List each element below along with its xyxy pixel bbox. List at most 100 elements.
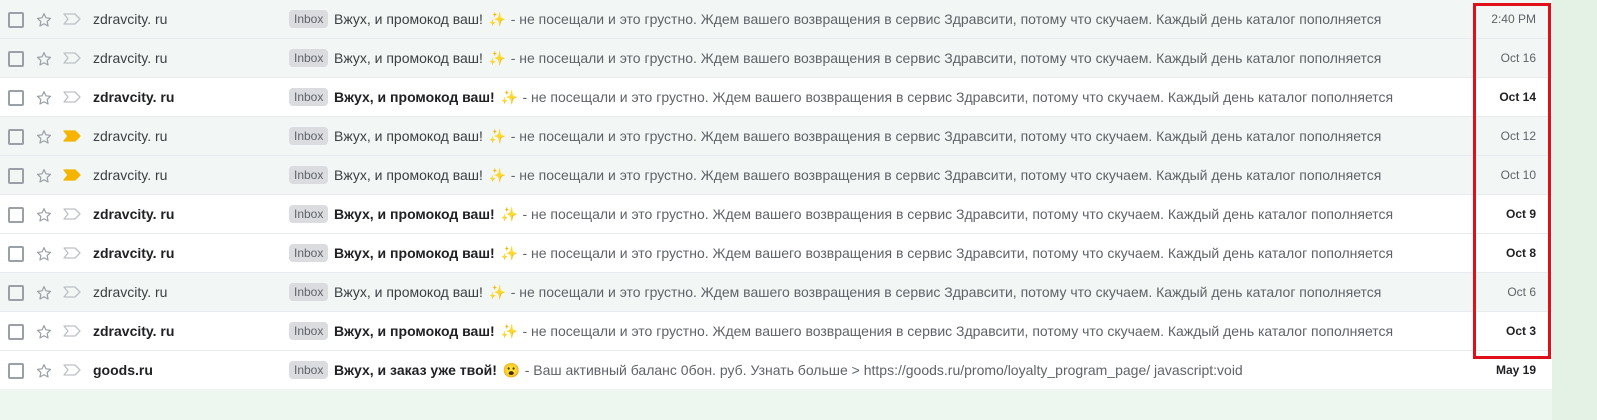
sender-name: zdravcity. ru xyxy=(93,206,175,222)
subject: Вжух, и промокод ваш! xyxy=(334,323,495,339)
email-row[interactable]: goods.ru Inbox Вжух, и заказ уже твой! 😮… xyxy=(0,351,1552,390)
snippet: - не посещали и это грустно. Ждем вашего… xyxy=(510,167,1382,183)
surprised-face-emoji-icon: 😮 xyxy=(502,362,521,378)
sparkle-emoji-icon: ✨ xyxy=(488,167,507,183)
star-icon[interactable] xyxy=(33,117,55,155)
star-icon[interactable] xyxy=(33,351,55,389)
email-row[interactable]: zdravcity. ru Inbox Вжух, и промокод ваш… xyxy=(0,273,1552,312)
date-column-highlight xyxy=(1473,3,1551,359)
importance-marker-icon[interactable] xyxy=(63,0,85,38)
list-footer xyxy=(0,389,1552,420)
message-preview: Вжух, и промокод ваш! ✨ - не посещали и … xyxy=(334,78,1459,116)
email-row[interactable]: zdravcity. ru Inbox Вжух, и промокод ваш… xyxy=(0,78,1552,117)
message-preview: Вжух, и промокод ваш! ✨ - не посещали и … xyxy=(334,0,1459,38)
sparkle-emoji-icon: ✨ xyxy=(488,11,507,27)
subject: Вжух, и заказ уже твой! xyxy=(334,362,497,378)
message-preview: Вжух, и промокод ваш! ✨ - не посещали и … xyxy=(334,117,1459,155)
inbox-label[interactable]: Inbox xyxy=(289,49,329,67)
importance-marker-icon[interactable] xyxy=(63,312,85,350)
sender-name: goods.ru xyxy=(93,362,153,378)
checkbox-icon[interactable] xyxy=(8,168,24,184)
subject: Вжух, и промокод ваш! xyxy=(334,50,483,66)
sparkle-emoji-icon: ✨ xyxy=(488,50,507,66)
sender-name: zdravcity. ru xyxy=(93,245,175,261)
message-preview: Вжух, и промокод ваш! ✨ - не посещали и … xyxy=(334,273,1459,311)
email-row[interactable]: zdravcity. ru Inbox Вжух, и промокод ваш… xyxy=(0,234,1552,273)
checkbox-icon[interactable] xyxy=(8,363,24,379)
importance-marker-icon[interactable] xyxy=(63,39,85,77)
subject: Вжух, и промокод ваш! xyxy=(334,167,483,183)
checkbox-icon[interactable] xyxy=(8,129,24,145)
star-icon[interactable] xyxy=(33,195,55,233)
sparkle-emoji-icon: ✨ xyxy=(488,284,507,300)
inbox-label[interactable]: Inbox xyxy=(289,10,329,28)
checkbox-icon[interactable] xyxy=(8,51,24,67)
star-icon[interactable] xyxy=(33,39,55,77)
snippet: - не посещали и это грустно. Ждем вашего… xyxy=(522,323,1394,339)
email-row[interactable]: zdravcity. ru Inbox Вжух, и промокод ваш… xyxy=(0,117,1552,156)
importance-marker-icon[interactable] xyxy=(63,351,85,389)
sparkle-emoji-icon: ✨ xyxy=(488,128,507,144)
subject: Вжух, и промокод ваш! xyxy=(334,206,495,222)
snippet: - не посещали и это грустно. Ждем вашего… xyxy=(522,245,1394,261)
importance-marker-icon[interactable] xyxy=(63,195,85,233)
sender-name: zdravcity. ru xyxy=(93,167,168,183)
email-row[interactable]: zdravcity. ru Inbox Вжух, и промокод ваш… xyxy=(0,156,1552,195)
sparkle-emoji-icon: ✨ xyxy=(500,245,518,261)
inbox-label[interactable]: Inbox xyxy=(289,166,329,184)
checkbox-icon[interactable] xyxy=(8,324,24,340)
email-row[interactable]: zdravcity. ru Inbox Вжух, и промокод ваш… xyxy=(0,0,1552,39)
email-row[interactable]: zdravcity. ru Inbox Вжух, и промокод ваш… xyxy=(0,312,1552,351)
inbox-label[interactable]: Inbox xyxy=(289,88,329,106)
sparkle-emoji-icon: ✨ xyxy=(500,89,518,105)
checkbox-icon[interactable] xyxy=(8,285,24,301)
email-row[interactable]: zdravcity. ru Inbox Вжух, и промокод ваш… xyxy=(0,39,1552,78)
inbox-label[interactable]: Inbox xyxy=(289,322,329,340)
snippet: - Ваш активный баланс 0бон. руб. Узнать … xyxy=(524,362,1243,378)
inbox-label[interactable]: Inbox xyxy=(289,361,329,379)
sender-name: zdravcity. ru xyxy=(93,89,175,105)
message-preview: Вжух, и промокод ваш! ✨ - не посещали и … xyxy=(334,234,1459,272)
inbox-label[interactable]: Inbox xyxy=(289,244,329,262)
importance-marker-icon[interactable] xyxy=(63,234,85,272)
message-preview: Вжух, и промокод ваш! ✨ - не посещали и … xyxy=(334,195,1459,233)
message-preview: Вжух, и промокод ваш! ✨ - не посещали и … xyxy=(334,312,1459,350)
checkbox-icon[interactable] xyxy=(8,90,24,106)
importance-marker-icon[interactable] xyxy=(63,273,85,311)
star-icon[interactable] xyxy=(33,234,55,272)
subject: Вжух, и промокод ваш! xyxy=(334,11,483,27)
inbox-label[interactable]: Inbox xyxy=(289,205,329,223)
snippet: - не посещали и это грустно. Ждем вашего… xyxy=(510,128,1382,144)
email-list: zdravcity. ru Inbox Вжух, и промокод ваш… xyxy=(0,0,1552,390)
importance-marker-icon[interactable] xyxy=(63,156,85,194)
snippet: - не посещали и это грустно. Ждем вашего… xyxy=(522,89,1394,105)
subject: Вжух, и промокод ваш! xyxy=(334,284,483,300)
checkbox-icon[interactable] xyxy=(8,12,24,28)
subject: Вжух, и промокод ваш! xyxy=(334,89,495,105)
subject: Вжух, и промокод ваш! xyxy=(334,245,495,261)
subject: Вжух, и промокод ваш! xyxy=(334,128,483,144)
sender-name: zdravcity. ru xyxy=(93,11,168,27)
sender-name: zdravcity. ru xyxy=(93,128,168,144)
sender-name: zdravcity. ru xyxy=(93,284,168,300)
message-preview: Вжух, и промокод ваш! ✨ - не посещали и … xyxy=(334,39,1459,77)
sparkle-emoji-icon: ✨ xyxy=(500,206,518,222)
star-icon[interactable] xyxy=(33,78,55,116)
message-preview: Вжух, и заказ уже твой! 😮 - Ваш активный… xyxy=(334,351,1459,389)
inbox-label[interactable]: Inbox xyxy=(289,127,329,145)
importance-marker-icon[interactable] xyxy=(63,78,85,116)
checkbox-icon[interactable] xyxy=(8,246,24,262)
snippet: - не посещали и это грустно. Ждем вашего… xyxy=(522,206,1394,222)
star-icon[interactable] xyxy=(33,0,55,38)
star-icon[interactable] xyxy=(33,156,55,194)
message-preview: Вжух, и промокод ваш! ✨ - не посещали и … xyxy=(334,156,1459,194)
checkbox-icon[interactable] xyxy=(8,207,24,223)
inbox-label[interactable]: Inbox xyxy=(289,283,329,301)
sparkle-emoji-icon: ✨ xyxy=(500,323,518,339)
star-icon[interactable] xyxy=(33,273,55,311)
email-row[interactable]: zdravcity. ru Inbox Вжух, и промокод ваш… xyxy=(0,195,1552,234)
snippet: - не посещали и это грустно. Ждем вашего… xyxy=(510,50,1382,66)
snippet: - не посещали и это грустно. Ждем вашего… xyxy=(510,284,1382,300)
importance-marker-icon[interactable] xyxy=(63,117,85,155)
star-icon[interactable] xyxy=(33,312,55,350)
